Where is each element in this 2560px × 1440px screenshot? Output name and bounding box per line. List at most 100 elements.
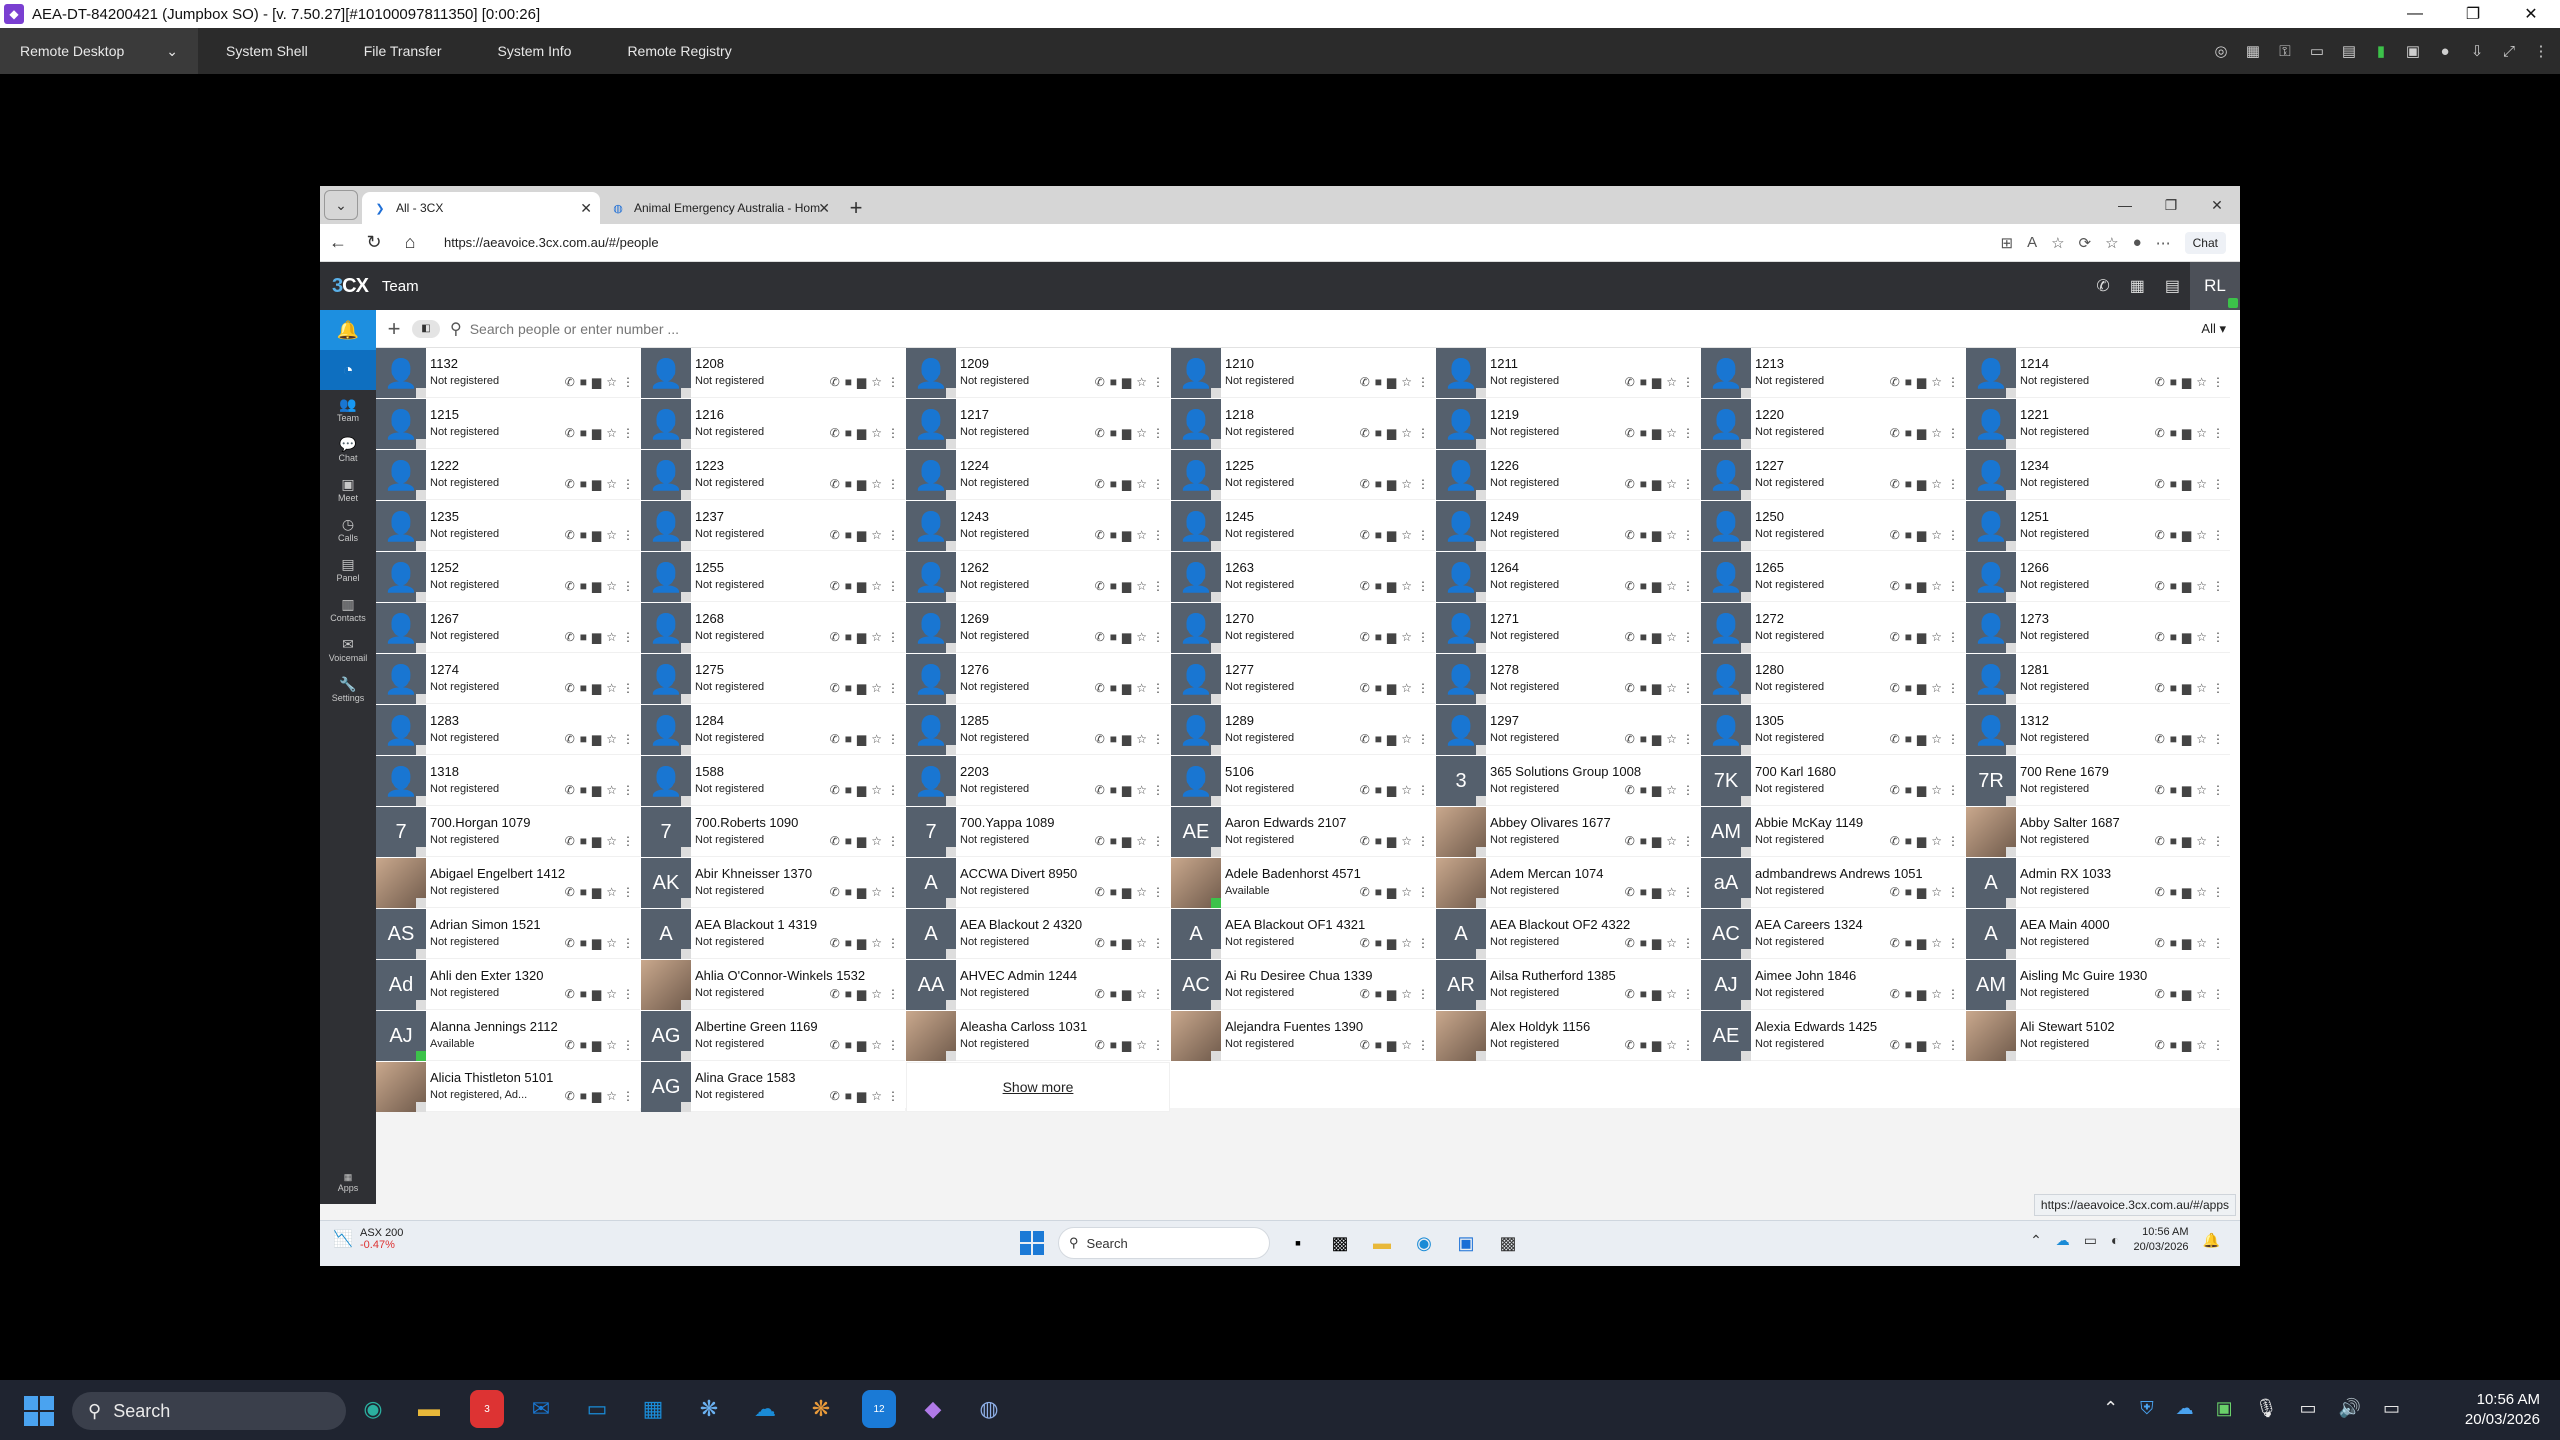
close-tab-icon[interactable]: ✕	[580, 200, 592, 217]
more-icon[interactable]: ⋮	[1417, 375, 1429, 389]
chat-icon[interactable]: ▆	[857, 375, 866, 389]
call-icon[interactable]: ✆	[1890, 987, 1900, 1001]
windows-start-icon[interactable]	[1020, 1231, 1044, 1255]
favorite-star-icon[interactable]: ☆	[1136, 426, 1147, 440]
chat-icon[interactable]: ▆	[2182, 528, 2191, 542]
chat-icon[interactable]: ▆	[1387, 528, 1396, 542]
more-icon[interactable]: ⋮	[1682, 834, 1694, 848]
video-icon[interactable]: ■	[2170, 834, 2177, 848]
sidebar-item-voicemail[interactable]: ✉ Voicemail	[320, 630, 376, 670]
call-icon[interactable]: ✆	[1625, 375, 1635, 389]
onedrive-icon[interactable]: ☁	[748, 1390, 782, 1428]
call-icon[interactable]: ✆	[1625, 732, 1635, 746]
remote-desktop-icon[interactable]: ▭	[580, 1390, 614, 1428]
favorite-star-icon[interactable]: ☆	[1666, 681, 1677, 695]
favorite-star-icon[interactable]: ☆	[1931, 783, 1942, 797]
teams-icon[interactable]: ▣3	[468, 1390, 504, 1428]
video-icon[interactable]: ■	[2170, 987, 2177, 1001]
app-available-icon[interactable]: ⊞	[2001, 234, 2014, 252]
video-icon[interactable]: ■	[1905, 936, 1912, 950]
video-icon[interactable]: ■	[2170, 732, 2177, 746]
favorite-star-icon[interactable]: ☆	[606, 1038, 617, 1052]
video-icon[interactable]: ■	[1375, 783, 1382, 797]
chat-icon[interactable]: ▆	[1652, 681, 1661, 695]
call-icon[interactable]: ✆	[1095, 987, 1105, 1001]
chat-icon[interactable]: ▆	[1122, 783, 1131, 797]
favorite-star-icon[interactable]: ☆	[2196, 1038, 2207, 1052]
more-icon[interactable]: ⋮	[1947, 885, 1959, 899]
video-icon[interactable]: ■	[1905, 885, 1912, 899]
chat-icon[interactable]: ▆	[2182, 426, 2191, 440]
call-icon[interactable]: ✆	[1890, 732, 1900, 746]
contact-card[interactable]: 👤 1250 Not registered ✆ ■ ▆ ☆ ⋮	[1701, 501, 1965, 551]
chat-icon[interactable]: ▆	[1917, 1038, 1926, 1052]
video-icon[interactable]: ■	[2170, 681, 2177, 695]
tab-animal-emergency[interactable]: ◍ Animal Emergency Australia - Hom ✕	[600, 192, 838, 224]
contact-card[interactable]: 7K 700 Karl 1680 Not registered ✆ ■ ▆ ☆ ⋮	[1701, 756, 1965, 806]
video-icon[interactable]: ■	[845, 834, 852, 848]
video-icon[interactable]: ■	[845, 681, 852, 695]
video-icon[interactable]: ■	[1375, 375, 1382, 389]
favorite-star-icon[interactable]: ☆	[1401, 426, 1412, 440]
contact-card[interactable]: AC Ai Ru Desiree Chua 1339 Not registered ✆…	[1171, 960, 1435, 1010]
windows-start-icon[interactable]	[24, 1396, 54, 1426]
download-icon[interactable]: ⇩	[2468, 42, 2486, 60]
chat-icon[interactable]: ▆	[857, 426, 866, 440]
file-explorer-icon[interactable]: ▬	[1368, 1229, 1396, 1257]
contact-card[interactable]: Abigael Engelbert 1412 Not registered ✆ ■ ▆ ☆…	[376, 858, 640, 908]
more-icon[interactable]: ⋮	[1152, 987, 1164, 1001]
more-icon[interactable]: ⋮	[1152, 936, 1164, 950]
favorite-star-icon[interactable]: ☆	[606, 579, 617, 593]
chat-icon[interactable]: ▆	[592, 579, 601, 593]
call-icon[interactable]: ✆	[1625, 987, 1635, 1001]
call-icon[interactable]: ✆	[830, 528, 840, 542]
favorite-star-icon[interactable]: ☆	[871, 783, 882, 797]
call-icon[interactable]: ✆	[2155, 732, 2165, 746]
more-icon[interactable]: ⋮	[1947, 936, 1959, 950]
more-icon[interactable]: ⋮	[887, 681, 899, 695]
chat-icon[interactable]: ▆	[592, 834, 601, 848]
chat-icon[interactable]: ▆	[592, 477, 601, 491]
chat-icon[interactable]: ▤	[2340, 42, 2358, 60]
favorite-star-icon[interactable]: ☆	[1136, 375, 1147, 389]
contact-card[interactable]: 👤 1215 Not registered ✆ ■ ▆ ☆ ⋮	[376, 399, 640, 449]
more-icon[interactable]: ⋮	[1152, 783, 1164, 797]
video-icon[interactable]: ■	[2170, 579, 2177, 593]
favorite-star-icon[interactable]: ☆	[606, 732, 617, 746]
chat-icon[interactable]: ▆	[1387, 630, 1396, 644]
contact-card[interactable]: AM Aisling Mc Guire 1930 Not registered ✆ ■ ▆…	[1966, 960, 2230, 1010]
more-icon[interactable]: ⋮	[1152, 681, 1164, 695]
display-icon[interactable]: ▭	[2308, 42, 2326, 60]
contact-card[interactable]: Adele Badenhorst 4571 Available ✆ ■ ▆ ☆ ⋮	[1171, 858, 1435, 908]
more-icon[interactable]: ⋮	[622, 426, 634, 440]
more-icon[interactable]: ⋮	[1417, 783, 1429, 797]
contact-card[interactable]: 👤 1235 Not registered ✆ ■ ▆ ☆ ⋮	[376, 501, 640, 551]
call-icon[interactable]: ✆	[1360, 681, 1370, 695]
favorite-star-icon[interactable]: ☆	[1666, 477, 1677, 491]
video-icon[interactable]: ■	[580, 630, 587, 644]
favorite-star-icon[interactable]: ☆	[1666, 732, 1677, 746]
chat-icon[interactable]: ▆	[857, 885, 866, 899]
video-icon[interactable]: ■	[1905, 579, 1912, 593]
chat-icon[interactable]: ▆	[857, 528, 866, 542]
call-icon[interactable]: ✆	[2155, 426, 2165, 440]
more-icon[interactable]: ⋮	[887, 885, 899, 899]
video-icon[interactable]: ■	[580, 1089, 587, 1103]
contact-card[interactable]: A ACCWA Divert 8950 Not registered ✆ ■ ▆ ☆ ⋮	[906, 858, 1170, 908]
video-icon[interactable]: ■	[1110, 885, 1117, 899]
video-icon[interactable]: ■	[1640, 528, 1647, 542]
chat-icon[interactable]: ▆	[857, 834, 866, 848]
more-icon[interactable]: ⋮	[1682, 477, 1694, 491]
contact-card[interactable]: A AEA Blackout OF1 4321 Not registered ✆ ■ ▆ ☆…	[1171, 909, 1435, 959]
contact-card[interactable]: 👤 1283 Not registered ✆ ■ ▆ ☆ ⋮	[376, 705, 640, 755]
call-icon[interactable]: ✆	[2155, 477, 2165, 491]
video-icon[interactable]: ■	[1110, 630, 1117, 644]
chat-icon[interactable]: ▆	[857, 1038, 866, 1052]
contact-card[interactable]: 7 700.Roberts 1090 Not registered ✆ ■ ▆ ☆ ⋮	[641, 807, 905, 857]
more-icon[interactable]: ⋮	[887, 732, 899, 746]
chat-icon[interactable]: ▆	[857, 732, 866, 746]
video-icon[interactable]: ■	[580, 987, 587, 1001]
read-aloud-icon[interactable]: A	[2027, 234, 2037, 251]
favorite-star-icon[interactable]: ☆	[1136, 936, 1147, 950]
favorite-star-icon[interactable]: ☆	[1136, 477, 1147, 491]
